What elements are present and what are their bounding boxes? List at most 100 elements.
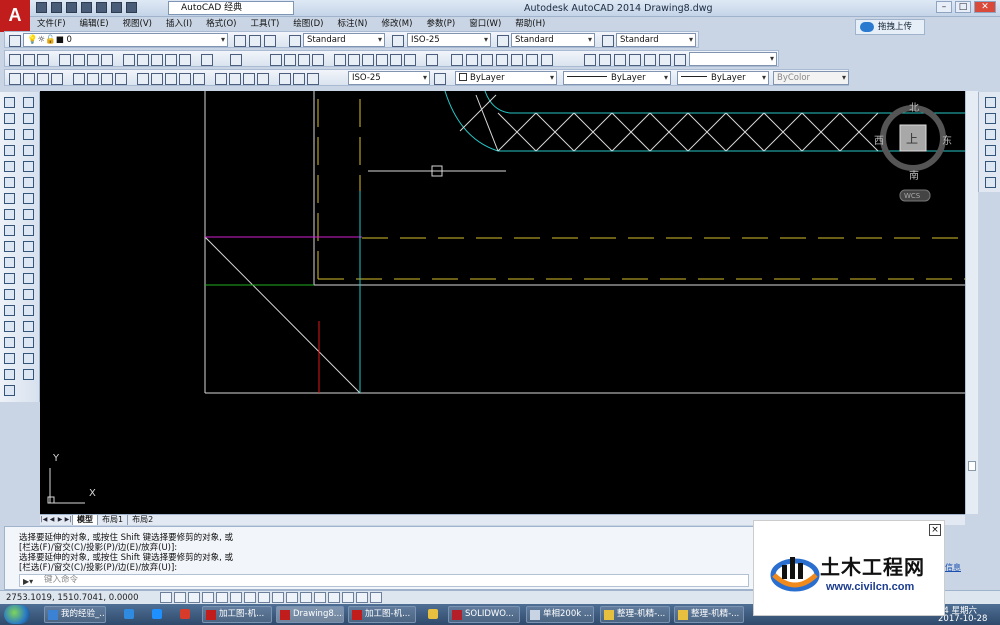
menu-format[interactable]: 格式(O) <box>199 17 243 31</box>
properties-icon[interactable] <box>333 53 346 66</box>
menu-modify[interactable]: 修改(M) <box>374 17 419 31</box>
color-dropdown[interactable]: ByLayer <box>455 71 557 85</box>
plot-icon[interactable] <box>58 53 71 66</box>
construction-line-icon[interactable] <box>3 112 15 124</box>
text-style-icon[interactable] <box>288 34 301 47</box>
region-icon[interactable] <box>3 352 15 364</box>
angular-dimension-icon[interactable] <box>114 72 127 85</box>
make-block-icon[interactable] <box>3 288 15 300</box>
rectangle-icon[interactable] <box>3 160 15 172</box>
sheet-set-icon[interactable] <box>375 53 388 66</box>
hatch-icon[interactable] <box>480 53 493 66</box>
extend-icon[interactable] <box>22 256 34 268</box>
jogged-dimension-icon[interactable] <box>86 72 99 85</box>
multileader-style-dropdown[interactable]: Standard <box>616 33 696 47</box>
dynamic-ucs-icon[interactable] <box>272 592 284 603</box>
hatch-to-back-icon[interactable] <box>984 176 996 188</box>
block-icon[interactable] <box>450 53 463 66</box>
menu-parametric[interactable]: 参数(P) <box>419 17 462 31</box>
redo-icon[interactable] <box>126 2 137 13</box>
quickcalc-icon[interactable] <box>403 53 416 66</box>
app-shortcut-icon[interactable] <box>428 609 438 619</box>
object-snap-icon[interactable] <box>230 592 242 603</box>
pan-icon[interactable] <box>269 53 282 66</box>
next-tab-arrow-icon[interactable]: ▶ <box>56 516 64 524</box>
jogged-linear-icon[interactable] <box>256 72 269 85</box>
save-as-icon[interactable] <box>81 2 92 13</box>
scrollbar-thumb[interactable] <box>968 461 976 471</box>
match-properties-icon[interactable] <box>164 53 177 66</box>
dimension-style-dropdown[interactable]: ISO-25 <box>348 71 430 85</box>
circle-icon[interactable] <box>3 192 15 204</box>
baseline-dimension-icon[interactable] <box>150 72 163 85</box>
offset-icon[interactable] <box>22 144 34 156</box>
rotate-icon[interactable] <box>22 192 34 204</box>
command-input[interactable]: ▶▾ 键入命令 <box>19 574 749 587</box>
aligned-dimension-icon[interactable] <box>22 72 35 85</box>
new-icon[interactable] <box>8 53 21 66</box>
first-tab-arrow-icon[interactable]: |◀ <box>40 516 48 524</box>
zoom-window-icon[interactable] <box>297 53 310 66</box>
transparency-toggle-icon[interactable] <box>314 592 326 603</box>
mtext-icon[interactable] <box>3 368 15 380</box>
zoom-realtime-icon[interactable] <box>283 53 296 66</box>
table-style-icon[interactable] <box>496 34 509 47</box>
visual-style-realistic-icon[interactable] <box>613 53 626 66</box>
hatch-icon[interactable] <box>3 320 15 332</box>
taskbar-item[interactable]: 我的经验_... <box>44 606 106 623</box>
polygon-icon[interactable] <box>3 144 15 156</box>
move-icon[interactable] <box>22 176 34 188</box>
text-to-front-icon[interactable] <box>984 160 996 172</box>
infer-constraints-icon[interactable] <box>160 592 172 603</box>
stretch-icon[interactable] <box>22 224 34 236</box>
mirror-icon[interactable] <box>22 128 34 140</box>
workspace-dropdown[interactable]: AutoCAD 经典 <box>168 1 294 15</box>
quick-properties-icon[interactable] <box>328 592 340 603</box>
linear-dimension-icon[interactable] <box>8 72 21 85</box>
taskbar-item-active[interactable]: Drawing8.... <box>276 606 344 623</box>
ortho-mode-icon[interactable] <box>202 592 214 603</box>
visual-style-conceptual-icon[interactable] <box>628 53 641 66</box>
tab-layout1[interactable]: 布局1 <box>97 515 127 525</box>
menu-tools[interactable]: 工具(T) <box>243 17 286 31</box>
drag-upload-button[interactable]: 拖拽上传 <box>855 19 925 35</box>
menu-insert[interactable]: 插入(I) <box>159 17 199 31</box>
linetype-dropdown[interactable]: ByLayer <box>563 71 671 85</box>
table-style-dropdown[interactable]: Standard <box>511 33 595 47</box>
zoom-previous-icon[interactable] <box>311 53 324 66</box>
menu-draw[interactable]: 绘图(D) <box>286 17 330 31</box>
bring-to-front-icon[interactable] <box>984 96 996 108</box>
layer-dropdown[interactable]: 💡☼🔓■ 0 <box>23 33 228 47</box>
break-icon[interactable] <box>22 288 34 300</box>
app-shortcut-icon[interactable] <box>152 609 162 619</box>
visual-style-wireframe-icon[interactable] <box>583 53 596 66</box>
plot-icon[interactable] <box>96 2 107 13</box>
taskbar-item[interactable]: 整理-机精-... <box>600 606 670 623</box>
taskbar-item[interactable]: 单相200k ... <box>526 606 594 623</box>
revision-cloud-icon[interactable] <box>3 208 15 220</box>
menu-window[interactable]: 窗口(W) <box>462 17 508 31</box>
dim-style-icon[interactable] <box>391 34 404 47</box>
layer-properties-icon[interactable] <box>8 34 21 47</box>
publish-icon[interactable] <box>86 53 99 66</box>
vertical-scrollbar[interactable] <box>965 91 978 514</box>
fillet-icon[interactable] <box>22 336 34 348</box>
taskbar-item[interactable]: 整理-机精-... <box>674 606 744 623</box>
model-space-toggle-icon[interactable] <box>370 592 382 603</box>
dimension-space-icon[interactable] <box>178 72 191 85</box>
spline-icon[interactable] <box>3 224 15 236</box>
start-button[interactable] <box>4 605 30 624</box>
open-file-icon[interactable] <box>51 2 62 13</box>
snap-mode-icon[interactable] <box>174 592 186 603</box>
add-selected-icon[interactable] <box>3 384 15 396</box>
break-at-point-icon[interactable] <box>22 272 34 284</box>
blend-curves-icon[interactable] <box>22 352 34 364</box>
menu-view[interactable]: 视图(V) <box>116 17 159 31</box>
send-under-icon[interactable] <box>984 144 996 156</box>
model-space-canvas[interactable]: 北 西 东 南 上 WCS Y X <box>40 91 965 514</box>
center-mark-icon[interactable] <box>228 72 241 85</box>
join-icon[interactable] <box>22 304 34 316</box>
plotstyle-dropdown[interactable]: ByColor <box>773 71 849 85</box>
menu-edit[interactable]: 编辑(E) <box>73 17 116 31</box>
inspection-icon[interactable] <box>242 72 255 85</box>
